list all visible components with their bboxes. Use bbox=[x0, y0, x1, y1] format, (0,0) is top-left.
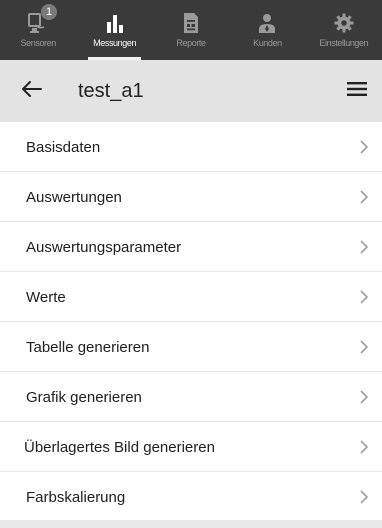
list-item-grafik-generieren[interactable]: Grafik generieren bbox=[0, 372, 382, 422]
nav-tab-label: Sensoren bbox=[20, 38, 57, 48]
nav-tab-label: Kunden bbox=[253, 38, 282, 48]
top-navigation-bar: 1 Sensoren Messungen Reporte Kunden Eins… bbox=[0, 0, 382, 60]
menu-button[interactable] bbox=[332, 60, 382, 122]
sensor-count-badge: 1 bbox=[41, 4, 57, 20]
chevron-right-icon bbox=[360, 240, 368, 254]
users-icon bbox=[256, 10, 278, 36]
list-footer-divider bbox=[0, 520, 382, 528]
nav-tab-label: Messungen bbox=[93, 38, 137, 48]
chevron-right-icon bbox=[360, 290, 368, 304]
title-bar: test_a1 bbox=[0, 60, 382, 122]
list-item-label: Auswertungsparameter bbox=[26, 238, 182, 256]
list-item-label: Auswertungen bbox=[26, 188, 122, 206]
arrow-left-icon bbox=[21, 80, 43, 103]
nav-tab-reporte[interactable]: Reporte bbox=[153, 0, 229, 60]
nav-tab-sensoren[interactable]: 1 Sensoren bbox=[0, 0, 76, 60]
list-item-label: Basisdaten bbox=[26, 138, 101, 156]
chevron-right-icon bbox=[360, 490, 368, 504]
measurement-menu-list: Basisdaten Auswertungen Auswertungsparam… bbox=[0, 122, 382, 522]
list-item-basisdaten[interactable]: Basisdaten bbox=[0, 122, 382, 172]
nav-tab-label: Einstellungen bbox=[319, 38, 369, 48]
chevron-right-icon bbox=[360, 190, 368, 204]
nav-tab-messungen[interactable]: Messungen bbox=[76, 0, 152, 60]
nav-tab-label: Reporte bbox=[176, 38, 206, 48]
nav-tab-kunden[interactable]: Kunden bbox=[229, 0, 305, 60]
gear-icon bbox=[333, 10, 355, 36]
list-item-auswertungen[interactable]: Auswertungen bbox=[0, 172, 382, 222]
list-item-label: Tabelle generieren bbox=[26, 338, 150, 356]
list-item-label: Farbskalierung bbox=[26, 488, 126, 506]
list-item-label: Werte bbox=[26, 288, 66, 306]
list-item-tabelle-generieren[interactable]: Tabelle generieren bbox=[0, 322, 382, 372]
hamburger-menu-icon bbox=[347, 81, 367, 102]
list-item-label: Überlagertes Bild generieren bbox=[24, 438, 215, 456]
back-button[interactable] bbox=[0, 60, 64, 122]
list-item-label: Grafik generieren bbox=[26, 388, 142, 406]
list-item-auswertungsparameter[interactable]: Auswertungsparameter bbox=[0, 222, 382, 272]
chevron-right-icon bbox=[360, 440, 368, 454]
list-item-werte[interactable]: Werte bbox=[0, 272, 382, 322]
list-item-ueberlagertes-bild-generieren[interactable]: Überlagertes Bild generieren bbox=[0, 422, 382, 472]
report-icon bbox=[182, 10, 200, 36]
chevron-right-icon bbox=[360, 390, 368, 404]
list-item-farbskalierung[interactable]: Farbskalierung bbox=[0, 472, 382, 522]
bar-chart-icon bbox=[104, 10, 126, 36]
chevron-right-icon bbox=[360, 340, 368, 354]
chevron-right-icon bbox=[360, 140, 368, 154]
page-title: test_a1 bbox=[78, 79, 144, 102]
nav-tab-einstellungen[interactable]: Einstellungen bbox=[306, 0, 382, 60]
